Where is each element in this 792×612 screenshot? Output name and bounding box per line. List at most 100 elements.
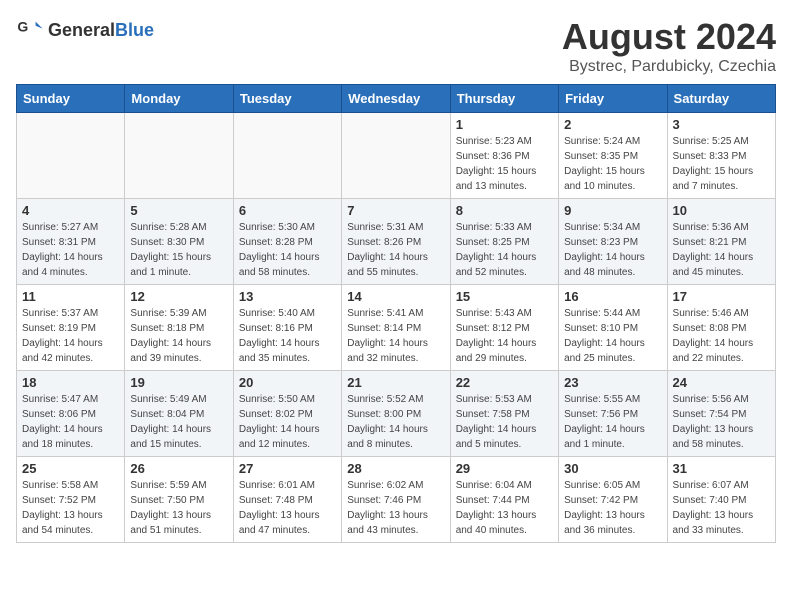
day-number: 3 [673, 117, 770, 132]
day-info: Sunrise: 5:25 AMSunset: 8:33 PMDaylight:… [673, 134, 770, 194]
main-title: August 2024 [562, 16, 776, 58]
day-number: 21 [347, 375, 444, 390]
day-number: 28 [347, 461, 444, 476]
day-number: 6 [239, 203, 336, 218]
day-info: Sunrise: 6:07 AMSunset: 7:40 PMDaylight:… [673, 478, 770, 538]
day-info: Sunrise: 5:36 AMSunset: 8:21 PMDaylight:… [673, 220, 770, 280]
day-info: Sunrise: 5:59 AMSunset: 7:50 PMDaylight:… [130, 478, 227, 538]
logo: G GeneralBlue [16, 16, 154, 44]
day-cell-22: 22 Sunrise: 5:53 AMSunset: 7:58 PMDaylig… [450, 371, 558, 457]
day-number: 2 [564, 117, 661, 132]
day-number: 10 [673, 203, 770, 218]
day-header-saturday: Saturday [667, 85, 775, 113]
day-number: 7 [347, 203, 444, 218]
day-info: Sunrise: 5:50 AMSunset: 8:02 PMDaylight:… [239, 392, 336, 452]
day-cell-3: 3 Sunrise: 5:25 AMSunset: 8:33 PMDayligh… [667, 113, 775, 199]
day-header-friday: Friday [559, 85, 667, 113]
week-row-2: 4 Sunrise: 5:27 AMSunset: 8:31 PMDayligh… [17, 199, 776, 285]
day-info: Sunrise: 5:53 AMSunset: 7:58 PMDaylight:… [456, 392, 553, 452]
empty-cell [17, 113, 125, 199]
logo-general-text: General [48, 20, 115, 40]
day-cell-14: 14 Sunrise: 5:41 AMSunset: 8:14 PMDaylig… [342, 285, 450, 371]
day-cell-4: 4 Sunrise: 5:27 AMSunset: 8:31 PMDayligh… [17, 199, 125, 285]
day-info: Sunrise: 6:04 AMSunset: 7:44 PMDaylight:… [456, 478, 553, 538]
day-info: Sunrise: 5:46 AMSunset: 8:08 PMDaylight:… [673, 306, 770, 366]
empty-cell [342, 113, 450, 199]
day-number: 20 [239, 375, 336, 390]
day-number: 24 [673, 375, 770, 390]
day-cell-30: 30 Sunrise: 6:05 AMSunset: 7:42 PMDaylig… [559, 457, 667, 543]
day-number: 14 [347, 289, 444, 304]
day-header-sunday: Sunday [17, 85, 125, 113]
day-number: 12 [130, 289, 227, 304]
title-block: August 2024 Bystrec, Pardubicky, Czechia [562, 16, 776, 76]
calendar-table: SundayMondayTuesdayWednesdayThursdayFrid… [16, 84, 776, 543]
day-info: Sunrise: 5:47 AMSunset: 8:06 PMDaylight:… [22, 392, 119, 452]
day-number: 1 [456, 117, 553, 132]
header-row: SundayMondayTuesdayWednesdayThursdayFrid… [17, 85, 776, 113]
day-cell-12: 12 Sunrise: 5:39 AMSunset: 8:18 PMDaylig… [125, 285, 233, 371]
day-number: 22 [456, 375, 553, 390]
day-info: Sunrise: 5:40 AMSunset: 8:16 PMDaylight:… [239, 306, 336, 366]
day-number: 18 [22, 375, 119, 390]
svg-text:G: G [17, 18, 28, 34]
day-cell-6: 6 Sunrise: 5:30 AMSunset: 8:28 PMDayligh… [233, 199, 341, 285]
empty-cell [233, 113, 341, 199]
day-cell-13: 13 Sunrise: 5:40 AMSunset: 8:16 PMDaylig… [233, 285, 341, 371]
week-row-3: 11 Sunrise: 5:37 AMSunset: 8:19 PMDaylig… [17, 285, 776, 371]
week-row-4: 18 Sunrise: 5:47 AMSunset: 8:06 PMDaylig… [17, 371, 776, 457]
day-number: 9 [564, 203, 661, 218]
week-row-5: 25 Sunrise: 5:58 AMSunset: 7:52 PMDaylig… [17, 457, 776, 543]
day-number: 19 [130, 375, 227, 390]
day-info: Sunrise: 5:39 AMSunset: 8:18 PMDaylight:… [130, 306, 227, 366]
day-info: Sunrise: 5:37 AMSunset: 8:19 PMDaylight:… [22, 306, 119, 366]
day-number: 30 [564, 461, 661, 476]
logo-blue-text: Blue [115, 20, 154, 40]
day-info: Sunrise: 5:23 AMSunset: 8:36 PMDaylight:… [456, 134, 553, 194]
day-info: Sunrise: 5:55 AMSunset: 7:56 PMDaylight:… [564, 392, 661, 452]
subtitle: Bystrec, Pardubicky, Czechia [562, 58, 776, 76]
day-cell-1: 1 Sunrise: 5:23 AMSunset: 8:36 PMDayligh… [450, 113, 558, 199]
day-header-tuesday: Tuesday [233, 85, 341, 113]
day-cell-23: 23 Sunrise: 5:55 AMSunset: 7:56 PMDaylig… [559, 371, 667, 457]
day-number: 17 [673, 289, 770, 304]
day-header-wednesday: Wednesday [342, 85, 450, 113]
day-number: 23 [564, 375, 661, 390]
day-info: Sunrise: 5:58 AMSunset: 7:52 PMDaylight:… [22, 478, 119, 538]
day-cell-5: 5 Sunrise: 5:28 AMSunset: 8:30 PMDayligh… [125, 199, 233, 285]
day-cell-18: 18 Sunrise: 5:47 AMSunset: 8:06 PMDaylig… [17, 371, 125, 457]
day-number: 15 [456, 289, 553, 304]
day-cell-31: 31 Sunrise: 6:07 AMSunset: 7:40 PMDaylig… [667, 457, 775, 543]
day-cell-26: 26 Sunrise: 5:59 AMSunset: 7:50 PMDaylig… [125, 457, 233, 543]
day-number: 13 [239, 289, 336, 304]
week-row-1: 1 Sunrise: 5:23 AMSunset: 8:36 PMDayligh… [17, 113, 776, 199]
day-number: 8 [456, 203, 553, 218]
day-cell-8: 8 Sunrise: 5:33 AMSunset: 8:25 PMDayligh… [450, 199, 558, 285]
day-cell-21: 21 Sunrise: 5:52 AMSunset: 8:00 PMDaylig… [342, 371, 450, 457]
day-cell-28: 28 Sunrise: 6:02 AMSunset: 7:46 PMDaylig… [342, 457, 450, 543]
day-info: Sunrise: 5:27 AMSunset: 8:31 PMDaylight:… [22, 220, 119, 280]
day-header-monday: Monday [125, 85, 233, 113]
day-cell-9: 9 Sunrise: 5:34 AMSunset: 8:23 PMDayligh… [559, 199, 667, 285]
day-cell-11: 11 Sunrise: 5:37 AMSunset: 8:19 PMDaylig… [17, 285, 125, 371]
day-number: 11 [22, 289, 119, 304]
day-cell-2: 2 Sunrise: 5:24 AMSunset: 8:35 PMDayligh… [559, 113, 667, 199]
day-cell-24: 24 Sunrise: 5:56 AMSunset: 7:54 PMDaylig… [667, 371, 775, 457]
day-info: Sunrise: 5:28 AMSunset: 8:30 PMDaylight:… [130, 220, 227, 280]
day-info: Sunrise: 6:02 AMSunset: 7:46 PMDaylight:… [347, 478, 444, 538]
logo-icon: G [16, 16, 44, 44]
day-info: Sunrise: 6:01 AMSunset: 7:48 PMDaylight:… [239, 478, 336, 538]
day-info: Sunrise: 5:41 AMSunset: 8:14 PMDaylight:… [347, 306, 444, 366]
day-cell-29: 29 Sunrise: 6:04 AMSunset: 7:44 PMDaylig… [450, 457, 558, 543]
day-info: Sunrise: 5:24 AMSunset: 8:35 PMDaylight:… [564, 134, 661, 194]
day-cell-27: 27 Sunrise: 6:01 AMSunset: 7:48 PMDaylig… [233, 457, 341, 543]
day-info: Sunrise: 5:30 AMSunset: 8:28 PMDaylight:… [239, 220, 336, 280]
day-cell-15: 15 Sunrise: 5:43 AMSunset: 8:12 PMDaylig… [450, 285, 558, 371]
day-info: Sunrise: 5:52 AMSunset: 8:00 PMDaylight:… [347, 392, 444, 452]
day-cell-7: 7 Sunrise: 5:31 AMSunset: 8:26 PMDayligh… [342, 199, 450, 285]
day-cell-19: 19 Sunrise: 5:49 AMSunset: 8:04 PMDaylig… [125, 371, 233, 457]
day-header-thursday: Thursday [450, 85, 558, 113]
day-info: Sunrise: 5:44 AMSunset: 8:10 PMDaylight:… [564, 306, 661, 366]
day-info: Sunrise: 5:49 AMSunset: 8:04 PMDaylight:… [130, 392, 227, 452]
day-number: 29 [456, 461, 553, 476]
